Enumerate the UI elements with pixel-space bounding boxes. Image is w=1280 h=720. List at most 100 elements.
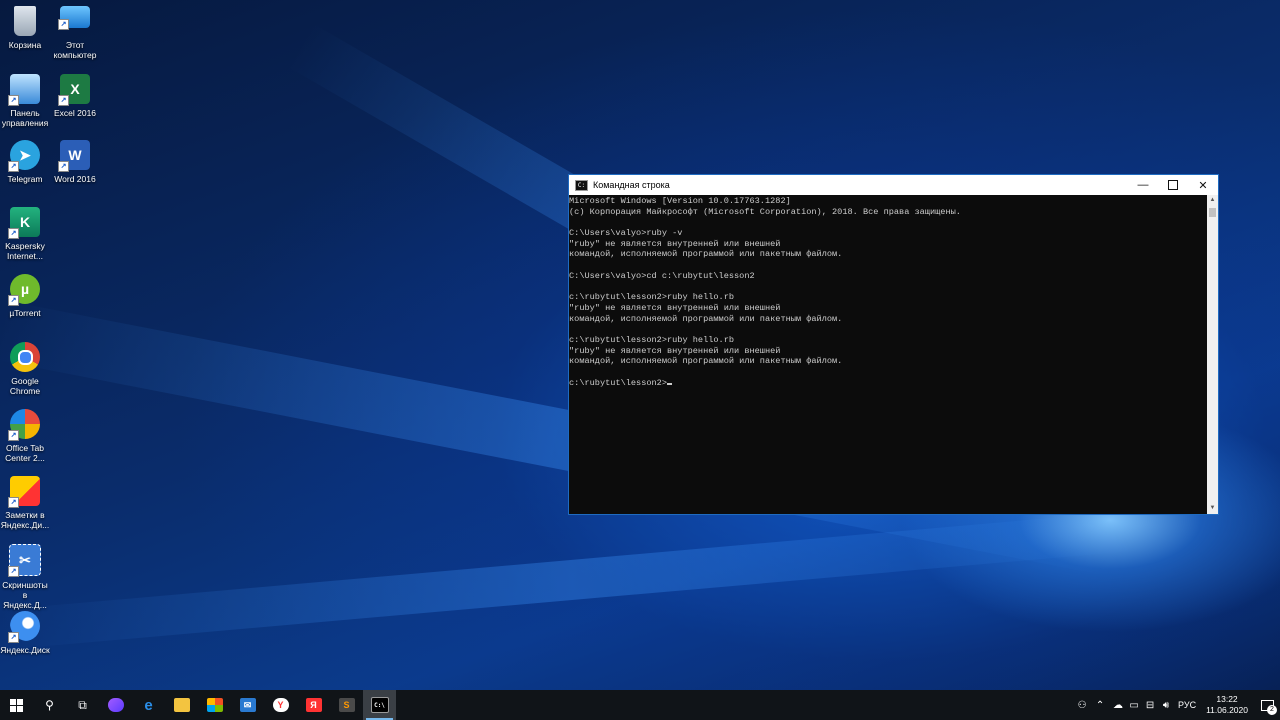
close-button[interactable]: ✕ — [1188, 175, 1218, 195]
kaspersky-icon: K ↗ — [8, 207, 40, 239]
scroll-up-icon[interactable]: ▲ — [1207, 195, 1218, 206]
minimize-button[interactable]: — — [1128, 175, 1158, 195]
cmd-window[interactable]: C: Командная строка — ✕ Microsoft Window… — [568, 174, 1219, 515]
computer-icon: ↗ — [58, 6, 90, 30]
word-icon: W ↗ — [58, 140, 90, 172]
scroll-down-icon[interactable]: ▼ — [1207, 503, 1218, 514]
language-indicator[interactable]: РУС — [1178, 700, 1196, 710]
chrome-icon — [10, 342, 40, 372]
windows-logo-icon — [10, 698, 23, 712]
console-line: c:\rubytut\lesson2> — [569, 378, 1206, 389]
taskbar-explorer[interactable] — [165, 690, 198, 720]
task-view-button[interactable]: ⧉ — [66, 690, 99, 720]
desktop-icon-yandex-disk[interactable]: ↗ Яндекс.Диск — [0, 611, 50, 655]
office-tab-icon: ↗ — [8, 409, 40, 441]
mail-icon: ✉ — [239, 698, 256, 712]
search-icon: ⚲ — [45, 698, 54, 712]
telegram-icon: ➤ ↗ — [8, 140, 40, 172]
start-button[interactable] — [0, 690, 33, 720]
console-line: командой, исполняемой программой или пак… — [569, 313, 843, 324]
console-line: "ruby" не является внутренней или внешне… — [569, 302, 781, 313]
task-view-icon: ⧉ — [78, 697, 87, 712]
yandex-icon: Я — [305, 698, 322, 712]
console-line: c:\rubytut\lesson2>ruby hello.rb — [569, 292, 735, 303]
alice-icon — [107, 698, 124, 712]
console-line: "ruby" не является внутренней или внешне… — [569, 238, 781, 249]
edge-icon: e — [144, 696, 153, 714]
system-tray: ⚇ ⌃ ☁ ▭ ⊟ 🔊︎ РУС 13:22 11.06.2020 2 — [1074, 690, 1280, 720]
network-icon[interactable]: ⊟ — [1142, 700, 1158, 711]
desktop-icon-recycle-bin[interactable]: Корзина — [0, 6, 50, 50]
show-hidden-icons[interactable]: ⌃ — [1090, 700, 1110, 711]
desktop-icon-kaspersky[interactable]: K ↗ Kaspersky Internet... — [0, 207, 50, 261]
taskbar-yandex-browser[interactable]: Y — [264, 690, 297, 720]
console-line: (c) Корпорация Майкрософт (Microsoft Cor… — [569, 206, 961, 217]
desktop-icon-label: Kaspersky Internet... — [5, 241, 45, 261]
desktop-icon-excel[interactable]: X ↗ Excel 2016 — [50, 74, 100, 118]
yandex-notes-icon: ↗ — [8, 476, 40, 508]
taskbar-store[interactable] — [198, 690, 231, 720]
desktop-icon-label: Office Tab Center 2... — [5, 443, 45, 463]
search-button[interactable]: ⚲ — [33, 690, 66, 720]
desktop-icon-telegram[interactable]: ➤ ↗ Telegram — [0, 140, 50, 184]
console-line: Microsoft Windows [Version 10.0.17763.12… — [569, 196, 791, 206]
desktop-icon-office-tab[interactable]: ↗ Office Tab Center 2... — [0, 409, 50, 463]
console-line: "ruby" не является внутренней или внешне… — [569, 345, 781, 356]
text-cursor — [667, 382, 672, 385]
desktop-icon-utorrent[interactable]: µ ↗ µTorrent — [0, 274, 50, 318]
battery-icon[interactable]: ▭ — [1126, 700, 1142, 711]
recycle-bin-icon — [14, 6, 36, 36]
yandex-screenshots-icon: ✂ ↗ — [8, 544, 41, 577]
console-line: командой, исполняемой программой или пак… — [569, 356, 843, 367]
cmd-icon: C: — [575, 179, 588, 191]
taskbar-yandex[interactable]: Я — [297, 690, 330, 720]
vertical-scrollbar[interactable]: ▲ ▼ — [1207, 195, 1218, 514]
desktop-icon-chrome[interactable]: Google Chrome — [0, 342, 50, 396]
clock[interactable]: 13:22 11.06.2020 — [1206, 694, 1248, 716]
window-title: Командная строка — [593, 180, 670, 190]
action-center-button[interactable]: 2 — [1254, 690, 1280, 720]
sublime-text-icon: S — [338, 698, 355, 712]
console-line: C:\Users\valyo>ruby -v — [569, 228, 683, 239]
console-output[interactable]: Microsoft Windows [Version 10.0.17763.12… — [569, 195, 1206, 514]
taskbar-alice[interactable] — [99, 690, 132, 720]
cmd-icon: C:\ — [370, 697, 389, 713]
folder-icon — [173, 698, 190, 712]
maximize-icon — [1168, 180, 1178, 190]
control-panel-icon: ↗ — [8, 74, 40, 106]
desktop-icon-label: Скриншоты в Яндекс.Д... — [2, 580, 48, 610]
desktop-icon-this-pc[interactable]: ↗ Этот компьютер — [50, 6, 100, 60]
taskbar-cmd[interactable]: C:\ — [363, 690, 396, 720]
clock-time: 13:22 — [1216, 694, 1238, 704]
utorrent-icon: µ ↗ — [8, 274, 40, 306]
people-icon[interactable]: ⚇ — [1074, 700, 1090, 711]
taskbar-mail[interactable]: ✉ — [231, 690, 264, 720]
desktop-icon-label: Excel 2016 — [53, 108, 97, 118]
excel-icon: X ↗ — [58, 74, 90, 106]
desktop-icon-label: Google Chrome — [9, 376, 41, 396]
desktop-icon-control-panel[interactable]: ↗ Панель управления — [0, 74, 50, 128]
scrollbar-thumb[interactable] — [1209, 208, 1216, 217]
taskbar-sublime[interactable]: S — [330, 690, 363, 720]
taskbar-edge[interactable]: e — [132, 690, 165, 720]
desktop-icon-yandex-notes[interactable]: ↗ Заметки в Яндекс.Ди... — [0, 476, 50, 530]
window-titlebar[interactable]: C: Командная строка — ✕ — [569, 175, 1218, 195]
desktop-icon-label: Word 2016 — [54, 174, 96, 184]
volume-icon[interactable]: 🔊︎ — [1158, 700, 1174, 711]
notification-count: 2 — [1267, 705, 1277, 715]
close-icon: ✕ — [1198, 179, 1208, 192]
console-line: c:\rubytut\lesson2>ruby hello.rb — [569, 334, 735, 345]
store-icon — [206, 698, 223, 712]
desktop-icon-label: Заметки в Яндекс.Ди... — [0, 510, 50, 530]
cloud-icon[interactable]: ☁ — [1110, 700, 1126, 711]
desktop-icon-label: Этот компьютер — [53, 40, 97, 60]
desktop-icon-yandex-screenshots[interactable]: ✂ ↗ Скриншоты в Яндекс.Д... — [0, 544, 50, 610]
desktop-icon-word[interactable]: W ↗ Word 2016 — [50, 140, 100, 184]
minimize-icon: — — [1137, 179, 1149, 191]
maximize-button[interactable] — [1158, 175, 1188, 195]
